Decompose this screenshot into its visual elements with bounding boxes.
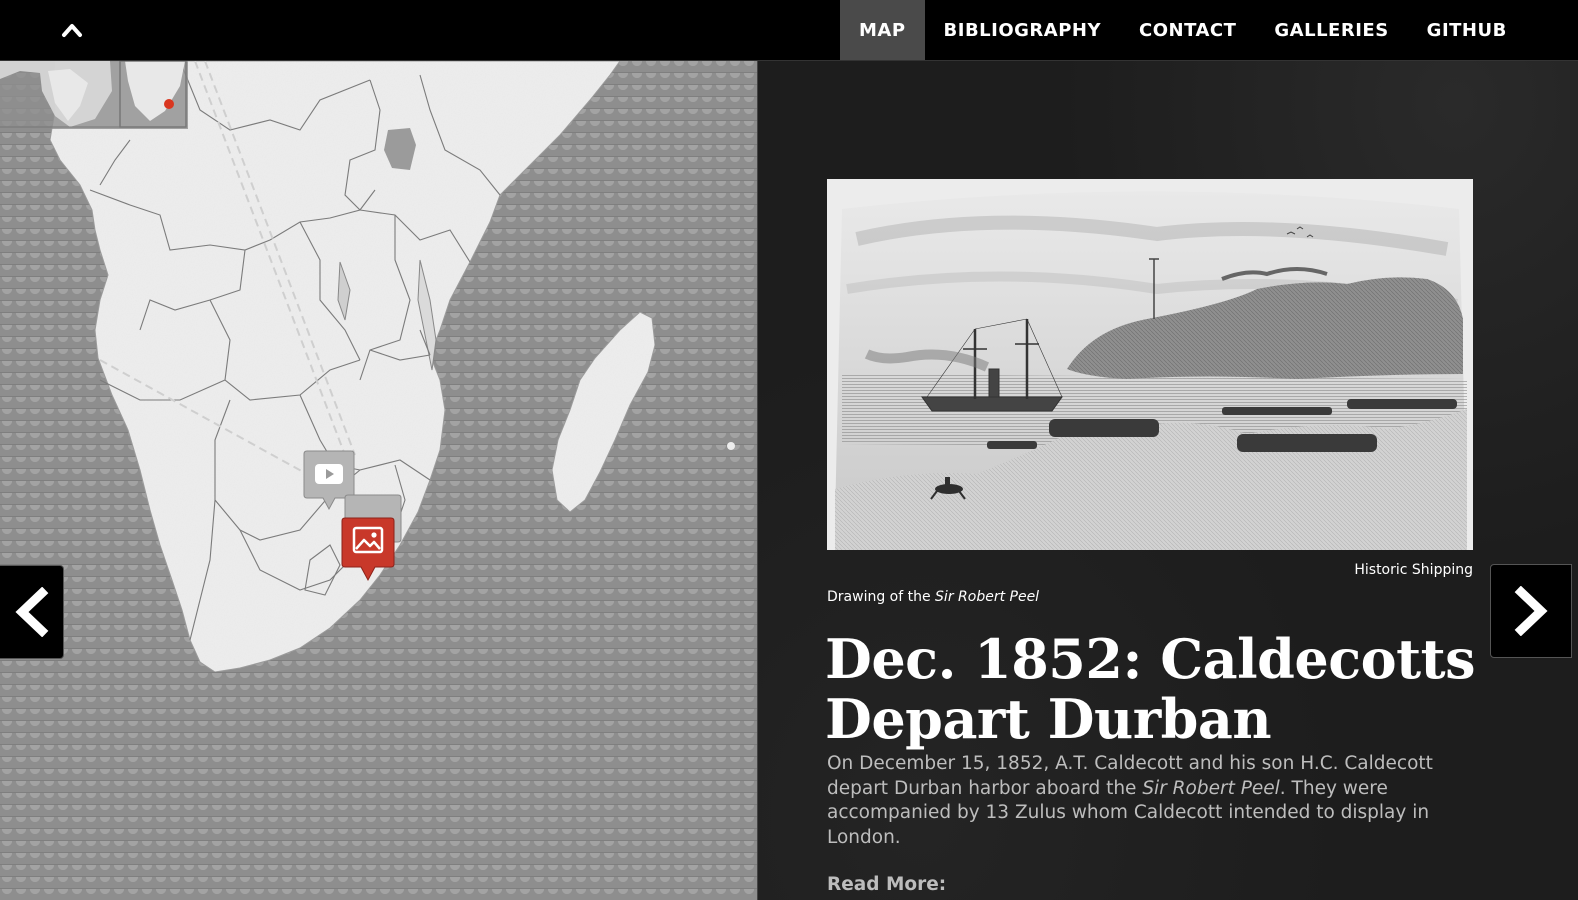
map-panel[interactable]: [0, 61, 757, 900]
island: [727, 442, 735, 450]
chevron-up-icon: [62, 24, 82, 37]
body-ship-name: Sir Robert Peel: [1142, 777, 1280, 799]
app-root: MAP BIBLIOGRAPHY CONTACT GALLERIES GITHU…: [0, 0, 1578, 900]
nav-github[interactable]: GITHUB: [1408, 0, 1526, 60]
main-nav: MAP BIBLIOGRAPHY CONTACT GALLERIES GITHU…: [840, 0, 1526, 60]
caption-prefix: Drawing of the: [827, 589, 936, 605]
prev-slide-button[interactable]: [0, 565, 64, 659]
slide-title: Dec. 1852: Caldecotts Depart Durban: [825, 627, 1475, 751]
image-credit: Historic Shipping: [1354, 562, 1473, 578]
top-navbar: MAP BIBLIOGRAPHY CONTACT GALLERIES GITHU…: [0, 0, 1578, 61]
image-marker-active-icon: [341, 517, 395, 582]
ship-engraving: [827, 179, 1473, 550]
slide-image[interactable]: [827, 179, 1473, 550]
nav-map[interactable]: MAP: [840, 0, 925, 60]
nav-galleries[interactable]: GALLERIES: [1255, 0, 1407, 60]
chevron-right-icon: [1514, 586, 1548, 636]
africa-landmass: [49, 61, 621, 673]
nav-bibliography[interactable]: BIBLIOGRAPHY: [925, 0, 1120, 60]
minimap-location-dot: [164, 99, 174, 109]
story-panel: Historic Shipping Drawing of the Sir Rob…: [757, 61, 1578, 900]
image-caption: Drawing of the Sir Robert Peel: [827, 589, 1039, 605]
next-slide-button[interactable]: [1490, 564, 1572, 658]
slide-body: On December 15, 1852, A.T. Caldecott and…: [827, 752, 1467, 850]
back-to-top-button[interactable]: [52, 10, 92, 50]
madagascar-landmass: [551, 311, 656, 513]
nav-contact[interactable]: CONTACT: [1120, 0, 1255, 60]
minimap[interactable]: [0, 61, 188, 129]
caption-ship-name: Sir Robert Peel: [935, 589, 1040, 605]
read-more-label: Read More:: [827, 874, 947, 895]
map-marker-image-active[interactable]: [341, 516, 395, 588]
africa-map[interactable]: [0, 61, 757, 900]
chevron-left-icon: [14, 587, 48, 637]
